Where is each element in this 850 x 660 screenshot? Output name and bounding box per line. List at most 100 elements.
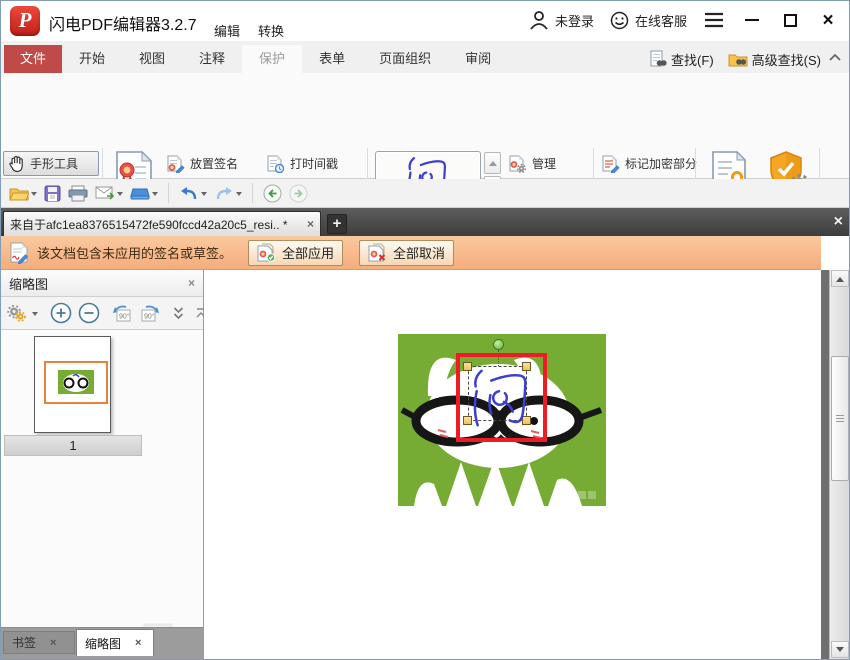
tab-file[interactable]: 文件 — [4, 45, 62, 73]
tab-thumbnails[interactable]: 缩略图 × — [76, 629, 154, 656]
advanced-find-icon — [728, 51, 748, 67]
notification-corner — [821, 236, 849, 270]
place-signature-label: 放置签名 — [190, 157, 239, 171]
tab-close-icon[interactable]: × — [135, 637, 141, 649]
hand-tool-button[interactable]: 手形工具 — [3, 151, 99, 176]
timestamp-icon — [267, 155, 285, 173]
email-button[interactable] — [95, 186, 123, 200]
scanner-button[interactable] — [130, 187, 158, 200]
tab-home[interactable]: 开始 — [62, 45, 122, 73]
hamburger-menu-icon[interactable] — [703, 9, 725, 31]
logo-letter: P — [18, 8, 32, 32]
document-tab-bar: 来自于afc1ea8376515472fe590fccd42a20c5_resi… — [1, 208, 849, 236]
rotate-left-icon[interactable]: 90° — [112, 304, 133, 323]
smiley-icon[interactable] — [610, 11, 629, 30]
find-area: 查找(F) 高级查找(S) — [650, 45, 821, 73]
document-tab[interactable]: 来自于afc1ea8376515472fe590fccd42a20c5_resi… — [3, 211, 321, 236]
manage-signatures-label: 管理 — [532, 157, 557, 171]
mark-encrypt-label: 标记加密部分 — [625, 157, 698, 171]
document-view[interactable] — [204, 270, 849, 659]
chevron-down-icon — [152, 191, 158, 199]
tab-comment[interactable]: 注释 — [182, 45, 242, 73]
notification-apply-all-button[interactable]: 全部应用 — [248, 239, 344, 266]
timestamp-label: 打时间戳 — [290, 157, 339, 171]
zoom-in-icon[interactable] — [50, 302, 72, 324]
page-thumbnail[interactable] — [34, 336, 111, 433]
thumbnail-panel-header: 缩略图 × — [1, 270, 203, 297]
redo-button[interactable] — [214, 186, 242, 201]
place-signature-button[interactable]: 放置签名 — [163, 151, 242, 176]
manage-icon — [509, 155, 527, 173]
signature-prev-button[interactable] — [484, 152, 501, 174]
tab-close-icon[interactable]: × — [50, 637, 56, 649]
timestamp-button[interactable]: 打时间戳 — [263, 151, 342, 176]
vertical-scrollbar[interactable] — [829, 270, 849, 659]
tab-thumbnails-label: 缩略图 — [85, 636, 122, 651]
ribbon-tabs: 开始 视图 注释 保护 表单 页面组织 审阅 — [62, 45, 508, 73]
user-icon[interactable] — [529, 10, 549, 30]
tab-page-organize[interactable]: 页面组织 — [362, 45, 448, 73]
hand-tool-label: 手形工具 — [30, 157, 79, 171]
print-button[interactable] — [68, 185, 88, 202]
viewport-gutter — [821, 270, 829, 659]
notification-cancel-all-button[interactable]: 全部取消 — [359, 239, 455, 266]
tab-protect[interactable]: 保护 — [242, 45, 303, 73]
tab-review[interactable]: 审阅 — [448, 45, 508, 73]
undo-button[interactable] — [179, 186, 207, 201]
ribbon-tab-row: 文件 开始 视图 注释 保护 表单 页面组织 审阅 查找(F) 高级查找(S) — [1, 41, 849, 73]
placed-signature-glyph[interactable] — [456, 365, 544, 433]
close-document-icon[interactable]: × — [834, 213, 843, 231]
rotate-right-icon[interactable]: 90° — [139, 304, 160, 323]
maximize-button[interactable] — [779, 9, 801, 31]
minimize-button[interactable] — [741, 9, 763, 31]
tab-bookmarks-label: 书签 — [12, 636, 37, 650]
top-menu: 编辑 转换 — [214, 21, 284, 41]
double-chevron-down-icon[interactable] — [172, 306, 185, 321]
back-button[interactable] — [263, 184, 282, 203]
open-button[interactable] — [9, 185, 37, 201]
scroll-down-button[interactable] — [831, 641, 849, 658]
thumbnail-toolbar: 90° 90° — [1, 297, 206, 330]
scroll-up-button[interactable] — [831, 270, 849, 287]
tab-view[interactable]: 视图 — [122, 45, 182, 73]
ribbon: 手形工具 选取工具 其它工具 工具 签名文档 放置签名 验证 (可见) 验证 ( — [1, 73, 849, 245]
mark-encrypt-button[interactable]: 标记加密部分 — [598, 151, 701, 176]
app-title: 闪电PDF编辑器3.2.7 — [49, 17, 197, 34]
find-label: 查找(F) — [671, 52, 714, 68]
menu-convert[interactable]: 转换 — [258, 21, 284, 41]
tab-bookmarks[interactable]: 书签 × — [3, 631, 75, 654]
menu-edit[interactable]: 编辑 — [214, 21, 240, 41]
rotation-connector — [498, 350, 499, 366]
scrollbar-thumb[interactable] — [831, 356, 849, 481]
chevron-down-icon — [31, 191, 37, 199]
advanced-find-button[interactable]: 高级查找(S) — [728, 50, 821, 69]
document-tab-close-icon[interactable]: × — [307, 217, 314, 231]
options-gear-icon[interactable] — [7, 304, 26, 322]
save-button[interactable] — [44, 185, 61, 202]
tab-form[interactable]: 表单 — [302, 45, 362, 73]
thumbnail-image — [58, 370, 94, 394]
hand-icon — [8, 155, 25, 173]
left-panel: 缩略图 × 90° 90° 1 书签 × 缩略图 × — [1, 270, 206, 659]
rotate-left-label: 90° — [119, 312, 130, 320]
chevron-down-icon — [201, 191, 207, 199]
chevron-down-icon — [236, 191, 242, 199]
login-label[interactable]: 未登录 — [555, 11, 594, 30]
collapse-ribbon-icon[interactable] — [829, 53, 841, 61]
thumbnail-page-number[interactable]: 1 — [4, 435, 142, 456]
apply-all-icon — [257, 243, 277, 262]
support-label[interactable]: 在线客服 — [635, 11, 687, 30]
forward-button — [289, 184, 308, 203]
thumbnail-list: 1 — [1, 330, 203, 627]
chevron-down-icon[interactable] — [32, 311, 38, 319]
manage-signatures-button[interactable]: 管理 — [505, 151, 560, 176]
app-logo: P — [10, 6, 40, 36]
close-button[interactable]: × — [817, 9, 839, 31]
document-tab-title: 来自于afc1ea8376515472fe590fccd42a20c5_resi… — [10, 217, 288, 232]
panel-close-icon[interactable]: × — [188, 276, 195, 290]
find-button[interactable]: 查找(F) — [650, 50, 714, 69]
zoom-out-icon[interactable] — [78, 302, 100, 324]
rotation-handle[interactable] — [493, 339, 504, 350]
new-tab-button[interactable]: + — [327, 214, 347, 234]
app-window: P 闪电PDF编辑器3.2.7 编辑 转换 未登录 在线客服 × 文件 开始 视… — [0, 0, 850, 660]
